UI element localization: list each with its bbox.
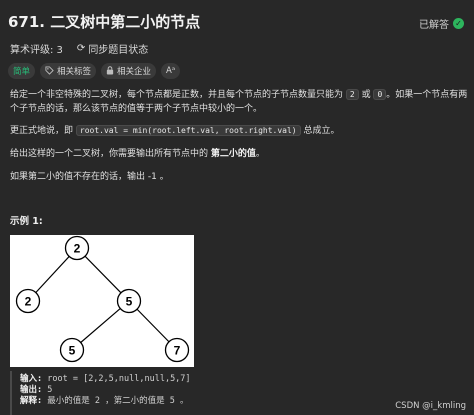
text: 更正式地说，即 xyxy=(10,126,76,136)
refresh-icon: ⟳ xyxy=(76,43,86,54)
text: 。 xyxy=(255,149,265,159)
output-value: 5 xyxy=(47,385,53,395)
tree-node-label: 5 xyxy=(69,344,76,358)
difficulty-label: 简单 xyxy=(13,67,31,77)
description-paragraph-3: 给出这样的一个二叉树，你需要输出所有节点中的 第二小的值。 xyxy=(10,147,468,161)
output-label: 输出: xyxy=(20,385,43,395)
font-size-label: Aᵃ xyxy=(166,66,176,76)
inline-code: 0 xyxy=(373,89,387,100)
tag-icon xyxy=(45,65,54,77)
watermark: CSDN @i_kmling xyxy=(395,401,466,411)
input-value: root = [2,2,5,null,null,5,7] xyxy=(47,374,191,384)
example-input-line: 输入: root = [2,2,5,null,null,5,7] xyxy=(20,374,466,385)
tag-row: 简单 相关标签 相关企业 Aᵃ xyxy=(8,63,181,79)
solved-status: 已解答 ✓ xyxy=(419,16,464,31)
example-title: 示例 1: xyxy=(10,216,43,227)
related-tags-label: 相关标签 xyxy=(57,67,92,77)
text: 给定一个非空特殊的二叉树，每个节点都是正数，并且每个节点的子节点数量只能为 xyxy=(10,90,346,100)
tree-node-label: 7 xyxy=(174,344,181,358)
sync-status-label: 同步题目状态 xyxy=(88,45,149,56)
description-paragraph-4: 如果第二小的值不存在的话，输出 -1 。 xyxy=(10,172,169,182)
explain-value: 最小的值是 2 ，第二小的值是 5 。 xyxy=(47,396,189,406)
text: 总成立。 xyxy=(300,126,340,136)
inline-code: root.val = min(root.left.val, root.right… xyxy=(75,125,301,136)
related-companies-button[interactable]: 相关企业 xyxy=(101,63,157,79)
check-circle-icon: ✓ xyxy=(453,18,464,29)
tree-diagram: 2 2 5 5 7 xyxy=(10,235,194,367)
explain-label: 解释: xyxy=(20,396,43,406)
solved-label: 已解答 xyxy=(419,20,449,31)
lock-icon xyxy=(106,65,114,77)
emphasis: 第二小的值 xyxy=(210,149,256,159)
meta-row: 算术评级: 3 ⟳ 同步题目状态 xyxy=(10,41,148,56)
input-label: 输入: xyxy=(20,374,43,384)
sync-status-button[interactable]: ⟳ 同步题目状态 xyxy=(77,41,148,56)
example-output-line: 输出: 5 xyxy=(20,385,466,396)
related-companies-label: 相关企业 xyxy=(117,67,152,77)
tree-node-label: 2 xyxy=(74,242,81,256)
difficulty-badge: 简单 xyxy=(8,63,36,79)
text: 或 xyxy=(358,90,374,100)
rating-label: 算术评级: 3 xyxy=(10,45,63,56)
tree-node-label: 5 xyxy=(126,295,133,309)
inline-code: 2 xyxy=(345,89,359,100)
text: 给出这样的一个二叉树，你需要输出所有节点中的 xyxy=(10,149,211,159)
description-paragraph-1: 给定一个非空特殊的二叉树，每个节点都是正数，并且每个节点的子节点数量只能为 2 … xyxy=(10,88,468,116)
related-tags-button[interactable]: 相关标签 xyxy=(40,63,97,79)
tree-node-label: 2 xyxy=(25,295,32,309)
font-size-button[interactable]: Aᵃ xyxy=(161,63,181,79)
problem-title: 671. 二叉树中第二小的节点 xyxy=(8,13,201,31)
description-paragraph-2: 更正式地说，即 root.val = min(root.left.val, ro… xyxy=(10,124,468,138)
